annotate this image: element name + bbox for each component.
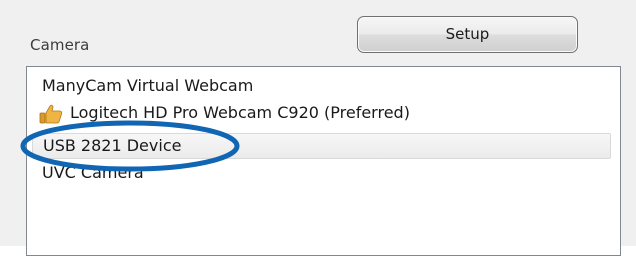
thumbs-up-icon — [39, 104, 63, 124]
list-item-usb-2821-device[interactable]: USB 2821 Device — [32, 133, 611, 159]
list-item-label: UVC Camera — [42, 163, 144, 182]
camera-device-list[interactable]: ManyCam Virtual Webcam Logitech HD Pro W… — [26, 66, 621, 256]
list-item-label: Logitech HD Pro Webcam C920 (Preferred) — [70, 103, 410, 122]
camera-settings-panel: Camera Setup ManyCam Virtual Webcam Logi… — [0, 0, 636, 256]
list-item-label: USB 2821 Device — [43, 136, 182, 155]
list-item-logitech-c920[interactable]: Logitech HD Pro Webcam C920 (Preferred) — [32, 101, 611, 127]
list-item-manycam-virtual-webcam[interactable]: ManyCam Virtual Webcam — [32, 74, 611, 100]
setup-button[interactable]: Setup — [357, 16, 578, 53]
list-item-uvc-camera[interactable]: UVC Camera — [32, 161, 611, 187]
list-item-label: ManyCam Virtual Webcam — [42, 76, 254, 95]
camera-label: Camera — [30, 36, 90, 54]
